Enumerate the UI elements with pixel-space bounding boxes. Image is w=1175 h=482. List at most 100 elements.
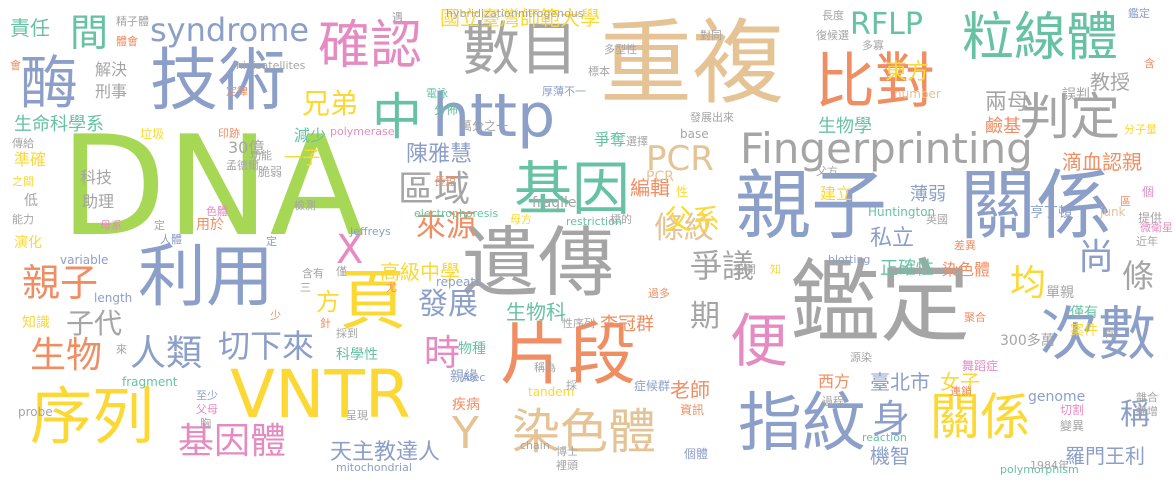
cloud-word: 胸 [200,417,211,430]
cloud-word: electrophoresis [414,207,499,220]
cloud-word: 知識 [22,315,50,331]
cloud-word: VNTR [230,356,411,433]
cloud-word: 色體 [206,205,228,218]
cloud-word: 兄弟 [302,87,359,120]
word-cloud: DNA 重複 鑑定 親子 關係 遺傳 技術 利用 片段 VNTR 指紋 序列 數… [0,0,1175,482]
cloud-word: 三 [300,281,311,294]
cloud-word: 300多萬 [1000,333,1055,349]
cloud-word: 正確性 [880,258,934,279]
cloud-word: 爭奪 [594,130,627,149]
cloud-word: 含 [1144,57,1155,70]
cloud-word: 刑事 [95,82,128,101]
cloud-word: 僅 [336,265,347,278]
cloud-word: 厚薄不一 [542,85,586,98]
cloud-word: 一子 [284,148,320,169]
cloud-word: 人體 [160,233,182,246]
cloud-word: 區 [1120,195,1131,208]
cloud-word: 遇 [392,11,403,24]
cloud-word: 私立 [870,226,915,251]
cloud-word: 鑑定 [1128,7,1150,20]
cloud-word: 東方 [885,60,930,85]
cloud-word: 差異 [954,239,976,252]
cloud-word: number [894,87,941,101]
cloud-word: 長短 [434,175,456,188]
cloud-word: 微衛星 [1140,221,1173,234]
cloud-word: base [680,127,709,141]
cloud-word: 生命科學系 [14,114,104,135]
cloud-word: chain [520,439,550,452]
cloud-word: 變異 [1060,419,1085,433]
cloud-word: 孟德爾 [226,159,259,172]
cloud-word: 體會 [116,35,138,48]
cloud-word: 性序列 [562,317,595,330]
cloud-word: 物種 [458,341,486,357]
cloud-word: 指紋 [738,387,866,461]
cloud-word: blotting [828,253,871,266]
cloud-word: nitrogenous [518,7,584,20]
cloud-word: 尤 [386,281,397,294]
cloud-word: 時 [424,333,461,374]
cloud-word: 科學性 [336,347,378,363]
cloud-word: 源染 [850,351,872,364]
cloud-word: 症候群 [634,379,671,393]
cloud-word: 呈現 [346,409,368,422]
cloud-word: 擴增 [1136,405,1158,418]
cloud-word: 親子 [22,261,99,305]
cloud-word: 檢測 [294,199,316,212]
cloud-word: 精子體 [116,15,149,28]
cloud-word: PCR [646,169,674,185]
cloud-word: 雜合 [1136,391,1158,404]
cloud-word: polymerase [330,125,395,138]
cloud-word: 期 [690,299,720,334]
cloud-word: 確認 [318,16,423,76]
cloud-word: 機智 [870,444,910,468]
cloud-word: Jeffreys [350,225,391,238]
cloud-word: 兩母 [985,90,1030,115]
cloud-word: 性 [676,185,689,199]
cloud-word: 聚合 [964,311,986,324]
cloud-word: 誤判 [1062,87,1090,103]
cloud-word: 博士 [556,445,578,458]
cloud-word: 分開 [734,263,756,276]
cloud-word: 演化 [14,235,42,251]
cloud-word: 基因體 [178,421,287,462]
cloud-word: 胥 [1104,327,1115,340]
cloud-word: 條 [1122,257,1155,295]
cloud-word: probe [18,405,53,419]
cloud-word: 尚 [1078,237,1115,278]
cloud-word: 鹼基 [985,116,1021,137]
cloud-word: 責任 [10,16,50,40]
cloud-word: 助理 [82,192,115,211]
cloud-word: syndrome [150,11,310,49]
cloud-word: 定律 [226,85,248,98]
cloud-word: 疾病 [452,397,480,413]
cloud-word: 父系 [664,203,721,236]
cloud-word: 教授 [1090,70,1130,94]
cloud-word: genome [1028,389,1086,405]
cloud-word: 能力 [12,213,34,226]
cloud-word: 子代 [66,307,123,340]
cloud-word: Y [452,408,479,459]
cloud-word: 滴血認親 [1062,150,1142,174]
cloud-word: 染色體 [942,260,991,279]
cloud-word: minisatellites [232,59,306,72]
cloud-word: fragile [532,195,577,211]
cloud-word: 單親 [1046,285,1074,301]
cloud-word: 酶 [20,49,79,117]
cloud-word: 針 [320,317,331,330]
cloud-word: 低 [24,193,38,209]
cloud-word: 多寡 [862,39,884,52]
cloud-word: 僅有 [1070,305,1098,321]
cloud-word: 間 [70,11,109,55]
cloud-word: 復候選 [816,29,849,42]
cloud-word: 均 [1010,263,1047,304]
cloud-word: 生物學 [818,116,872,137]
cloud-word: 分子量 [1124,123,1157,136]
cloud-word: repeats [436,275,482,289]
cloud-word: 標本 [588,65,610,78]
cloud-word: reaction [862,431,907,444]
cloud-word: 薄弱 [910,184,946,205]
cloud-word: 連鎖 [950,385,972,398]
cloud-word: 母方 [510,213,532,226]
cloud-word: 切割 [1060,403,1085,417]
